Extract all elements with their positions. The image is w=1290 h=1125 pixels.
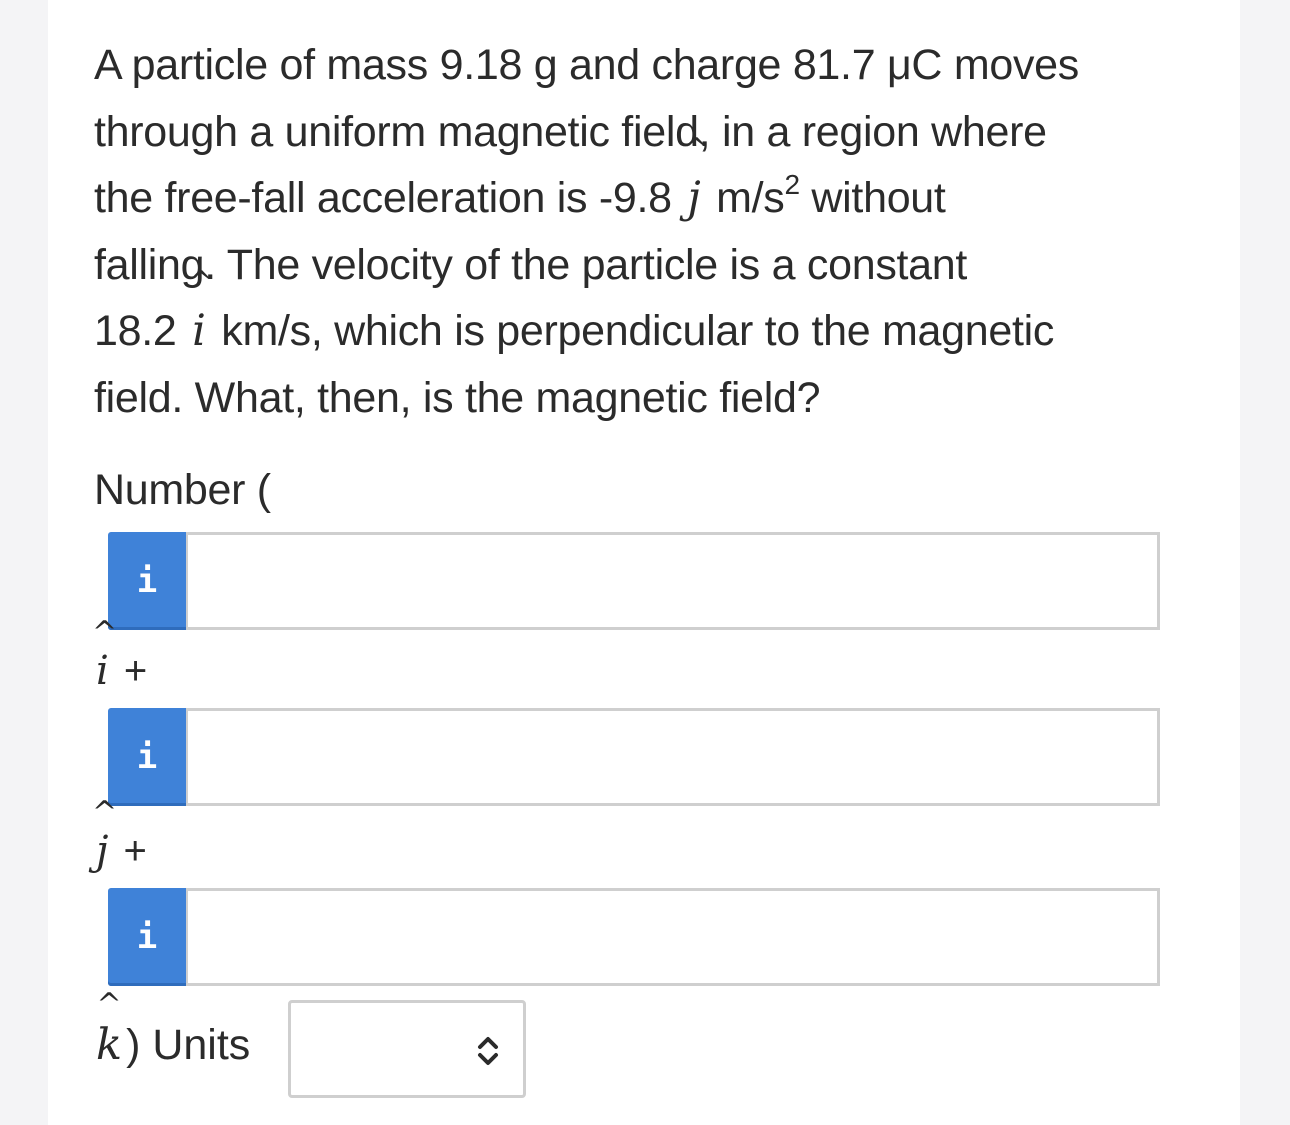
i-component-input[interactable] <box>186 532 1160 630</box>
unit-vector-k: ^ k <box>92 990 126 1071</box>
unit-vector-i: ^ i <box>188 268 213 365</box>
question-line-3: the free-fall acceleration is -9.8 ^ j m/… <box>94 135 1174 232</box>
i-component-label: ^ i + <box>92 618 148 695</box>
units-label-text: ) Units <box>126 1021 251 1069</box>
unit-vector-i-letter: i <box>192 306 206 356</box>
k-component-label: ^ k) Units <box>92 990 251 1071</box>
unit-exponent: 2 <box>784 169 801 200</box>
info-button[interactable]: i <box>108 532 186 630</box>
unit-vector-i: ^ i <box>92 618 117 695</box>
number-label: Number ( <box>94 466 271 514</box>
hat-symbol: ^ <box>96 987 122 1022</box>
question-card: A particle of mass 9.18 g and charge 81.… <box>48 0 1240 1125</box>
question-line-1: A particle of mass 9.18 g and charge 81.… <box>94 41 1079 89</box>
j-component-input[interactable] <box>186 708 1160 806</box>
info-icon: i <box>136 737 158 777</box>
question-line-3-text: the free-fall acceleration is -9.8 <box>94 174 672 222</box>
info-icon: i <box>136 561 158 601</box>
question-line-4: falling. The velocity of the particle is… <box>94 240 968 289</box>
unit-vector-j: ^ j <box>683 135 708 232</box>
unit-vector-j-letter: j <box>687 173 701 223</box>
question-line-6: field. What, then, is the magnetic field… <box>94 373 821 422</box>
velocity-value: 18.2 <box>94 307 177 355</box>
k-component-row: i <box>108 888 1160 986</box>
units-dropdown[interactable] <box>288 1000 526 1098</box>
unit-vector-j: ^ j <box>92 798 117 875</box>
question-line-5: 18.2 ^ i km/s, which is perpendicular to … <box>94 268 1174 365</box>
question-text: A particle of mass 9.18 g and charge 81.… <box>94 32 1174 431</box>
unit-vector-k-letter: k <box>96 1020 123 1070</box>
hat-symbol: ^ <box>92 795 118 830</box>
unit-vector-i-letter: i <box>96 648 109 694</box>
question-line-5-tail: km/s, which is perpendicular to the magn… <box>209 307 1055 355</box>
acceleration-unit: m/s <box>716 174 785 222</box>
j-component-row: i <box>108 708 1160 806</box>
unit-vector-j-letter: j <box>96 828 109 874</box>
info-button[interactable]: i <box>108 888 186 986</box>
plus-sign: + <box>112 649 148 693</box>
chevron-up-down-icon <box>478 1037 498 1065</box>
hat-symbol: ^ <box>188 265 213 300</box>
hat-symbol: ^ <box>683 132 709 167</box>
question-line-3-tail: without <box>799 174 946 222</box>
j-component-label: ^ j + <box>92 798 147 875</box>
info-icon: i <box>136 917 158 957</box>
info-button[interactable]: i <box>108 708 186 806</box>
i-component-row: i <box>108 532 1160 630</box>
plus-sign: + <box>112 829 147 873</box>
hat-symbol: ^ <box>92 615 118 650</box>
question-line-2: through a uniform magnetic field, in a r… <box>94 107 1047 156</box>
k-component-input[interactable] <box>186 888 1160 986</box>
